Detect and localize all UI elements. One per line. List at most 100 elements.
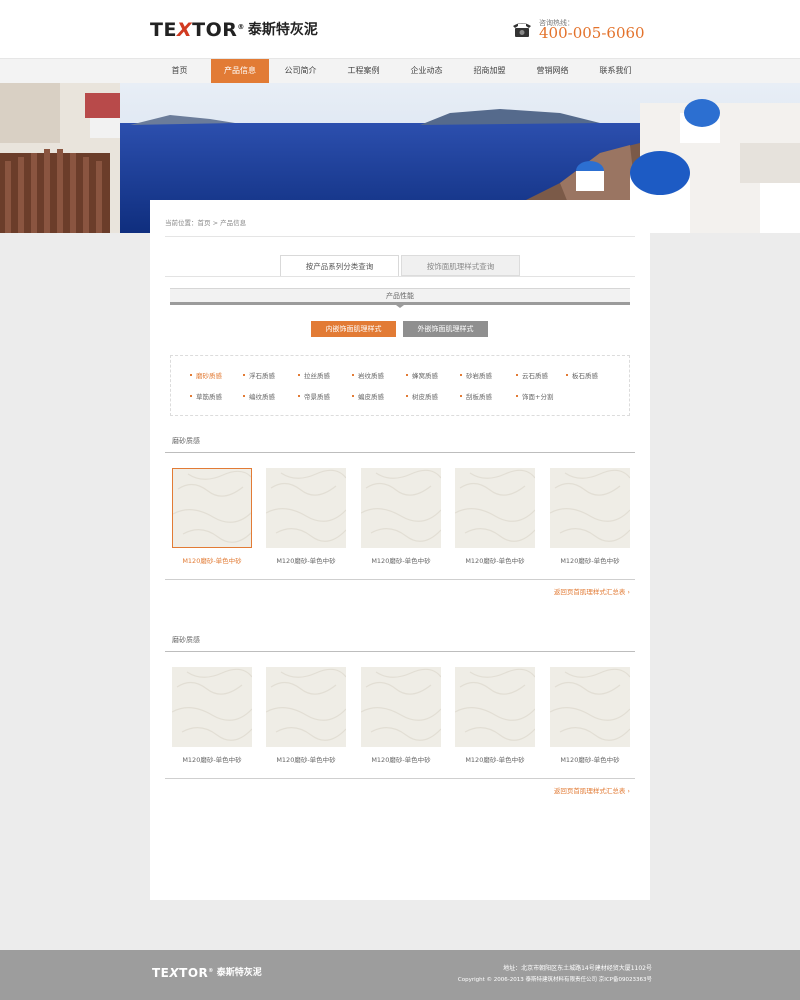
- section-divider: [165, 651, 635, 652]
- texture-filter-item[interactable]: 饰面+分割: [516, 391, 553, 401]
- chevron-right-icon: ›: [625, 588, 630, 596]
- site-header: TEXTOR® 泰斯特灰泥 咨询热线： 400-005-6060: [0, 0, 800, 58]
- texture-filter-box: 磨砂质感 浮石质感 拉丝质感 岩纹质感 蜂窝质感 砂岩质感 云石质感 板石质感草筋质感 编纹质感…: [170, 355, 630, 416]
- product-thumbnail[interactable]: [550, 468, 630, 548]
- tab-by-series[interactable]: 按产品系列分类查询: [280, 255, 399, 276]
- texture-filter-label: 树皮质感: [412, 393, 438, 401]
- texture-filter-item[interactable]: 蝙皮质感: [352, 391, 384, 401]
- back-to-top-link[interactable]: 返回页首肌理样式汇总表 ›: [554, 586, 630, 596]
- bullet-icon: [243, 395, 245, 397]
- bullet-icon: [352, 374, 354, 376]
- back-to-top-label: 返回页首肌理样式汇总表: [553, 787, 626, 795]
- nav-item[interactable]: 工程案例: [332, 59, 395, 83]
- texture-filter-item[interactable]: 云石质感: [516, 370, 548, 380]
- divider: [165, 236, 635, 237]
- texture-filter-item[interactable]: 蜂窝质感: [406, 370, 438, 380]
- texture-filter-item[interactable]: 树皮质感: [406, 391, 438, 401]
- product-name[interactable]: M120磨砂-单色中砂: [256, 555, 356, 565]
- nav-item[interactable]: 公司简介: [269, 59, 332, 83]
- texture-filter-label: 帝景质感: [304, 393, 330, 401]
- texture-filter-item[interactable]: 岩纹质感: [352, 370, 384, 380]
- nav-item[interactable]: 企业动态: [395, 59, 458, 83]
- product-name[interactable]: M120磨砂-单色中砂: [540, 754, 640, 764]
- bullet-icon: [406, 395, 408, 397]
- texture-filter-label: 刮板质感: [466, 393, 492, 401]
- nav-item[interactable]: 首页: [148, 59, 211, 83]
- site-footer: TEXTOR® 泰斯特灰泥: [0, 950, 800, 1000]
- texture-filter-label: 云石质感: [522, 372, 548, 380]
- section-title: 磨砂质感: [172, 437, 200, 445]
- product-thumbnail[interactable]: [266, 667, 346, 747]
- query-tabs: 按产品系列分类查询 按饰面肌理样式查询: [280, 255, 520, 276]
- nav-list: 首页 产品信息 公司简介 工程案例 企业动态 招商加盟 营销网络 联系我们: [148, 59, 652, 83]
- product-thumbnail[interactable]: [550, 667, 630, 747]
- texture-filter-label: 岩纹质感: [358, 372, 384, 380]
- inner-texture-button[interactable]: 内嵌饰面肌理样式: [311, 321, 396, 337]
- property-bar-title: 产品性能: [386, 292, 414, 300]
- main-nav: 首页 产品信息 公司简介 工程案例 企业动态 招商加盟 营销网络 联系我们: [0, 58, 800, 83]
- back-to-top-link[interactable]: 返回页首肌理样式汇总表 ›: [554, 785, 630, 795]
- bullet-icon: [516, 374, 518, 376]
- texture-filter-item[interactable]: 帝景质感: [298, 391, 330, 401]
- logo-wordmark: TEXTOR®: [150, 19, 245, 41]
- product-name[interactable]: M120磨砂-单色中砂: [351, 754, 451, 764]
- chevron-right-icon: ›: [625, 787, 630, 795]
- product-name[interactable]: M120磨砂-单色中砂: [540, 555, 640, 565]
- texture-filter-item[interactable]: 磨砂质感: [190, 370, 222, 380]
- product-thumbnail[interactable]: [455, 468, 535, 548]
- bullet-icon: [516, 395, 518, 397]
- bullet-icon: [460, 395, 462, 397]
- back-to-top-label: 返回页首肌理样式汇总表: [553, 588, 626, 596]
- nav-item[interactable]: 产品信息: [211, 59, 269, 83]
- product-thumbnail[interactable]: [172, 667, 252, 747]
- tab-by-texture[interactable]: 按饰面肌理样式查询: [401, 255, 520, 276]
- bullet-icon: [352, 395, 354, 397]
- texture-filter-label: 饰面+分割: [522, 393, 554, 401]
- bullet-icon: [460, 374, 462, 376]
- texture-filter-label: 板石质感: [572, 372, 598, 380]
- breadcrumb: 当前位置：首页 > 产品信息: [165, 219, 247, 227]
- outer-texture-button[interactable]: 外嵌饰面肌理样式: [403, 321, 488, 337]
- product-thumbnail[interactable]: [361, 667, 441, 747]
- footer-logo-chinese-name: 泰斯特灰泥: [216, 968, 262, 978]
- nav-item[interactable]: 营销网络: [521, 59, 584, 83]
- bullet-icon: [566, 374, 568, 376]
- bullet-icon: [190, 374, 192, 376]
- bullet-icon: [298, 374, 300, 376]
- bullet-icon: [406, 374, 408, 376]
- texture-filter-item[interactable]: 编纹质感: [243, 391, 275, 401]
- bullet-icon: [298, 395, 300, 397]
- nav-item[interactable]: 招商加盟: [458, 59, 521, 83]
- texture-filter-label: 编纹质感: [249, 393, 275, 401]
- logo-chinese-name: 泰斯特灰泥: [247, 22, 318, 38]
- product-name[interactable]: M120磨砂-单色中砂: [256, 754, 356, 764]
- bullet-icon: [190, 395, 192, 397]
- texture-filter-item[interactable]: 砂岩质感: [460, 370, 492, 380]
- product-name[interactable]: M120磨砂-单色中砂: [445, 754, 545, 764]
- product-name[interactable]: M120磨砂-单色中砂: [162, 754, 262, 764]
- product-name[interactable]: M120磨砂-单色中砂: [445, 555, 545, 565]
- texture-filter-item[interactable]: 浮石质感: [243, 370, 275, 380]
- footer-address: 地址：北京市朝阳区东土城路14号建材经贸大厦1102号: [503, 965, 652, 972]
- nav-item[interactable]: 联系我们: [584, 59, 647, 83]
- product-thumbnail[interactable]: [361, 468, 441, 548]
- product-name[interactable]: M120磨砂-单色中砂: [162, 555, 262, 565]
- texture-filter-label: 浮石质感: [249, 372, 275, 380]
- texture-filter-item[interactable]: 刮板质感: [460, 391, 492, 401]
- texture-filter-item[interactable]: 拉丝质感: [298, 370, 330, 380]
- hotline-number: 400-005-6060: [539, 24, 645, 42]
- texture-filter-label: 磨砂质感: [196, 372, 222, 380]
- product-thumbnail[interactable]: [172, 468, 252, 548]
- bullet-icon: [243, 374, 245, 376]
- caret-down-icon: [396, 305, 404, 308]
- texture-filter-item[interactable]: 板石质感: [566, 370, 598, 380]
- site-logo[interactable]: TEXTOR® 泰斯特灰泥: [150, 18, 318, 42]
- footer-copyright: Copyright © 2006-2013 泰斯特建筑材料有限责任公司 京ICP…: [457, 977, 652, 983]
- product-name[interactable]: M120磨砂-单色中砂: [351, 555, 451, 565]
- product-thumbnail[interactable]: [455, 667, 535, 747]
- texture-filter-label: 蝙皮质感: [358, 393, 384, 401]
- product-thumbnail[interactable]: [266, 468, 346, 548]
- footer-logo[interactable]: TEXTOR® 泰斯特灰泥: [152, 965, 262, 981]
- texture-filter-item[interactable]: 草筋质感: [190, 391, 222, 401]
- section-bottom-divider: [165, 778, 635, 779]
